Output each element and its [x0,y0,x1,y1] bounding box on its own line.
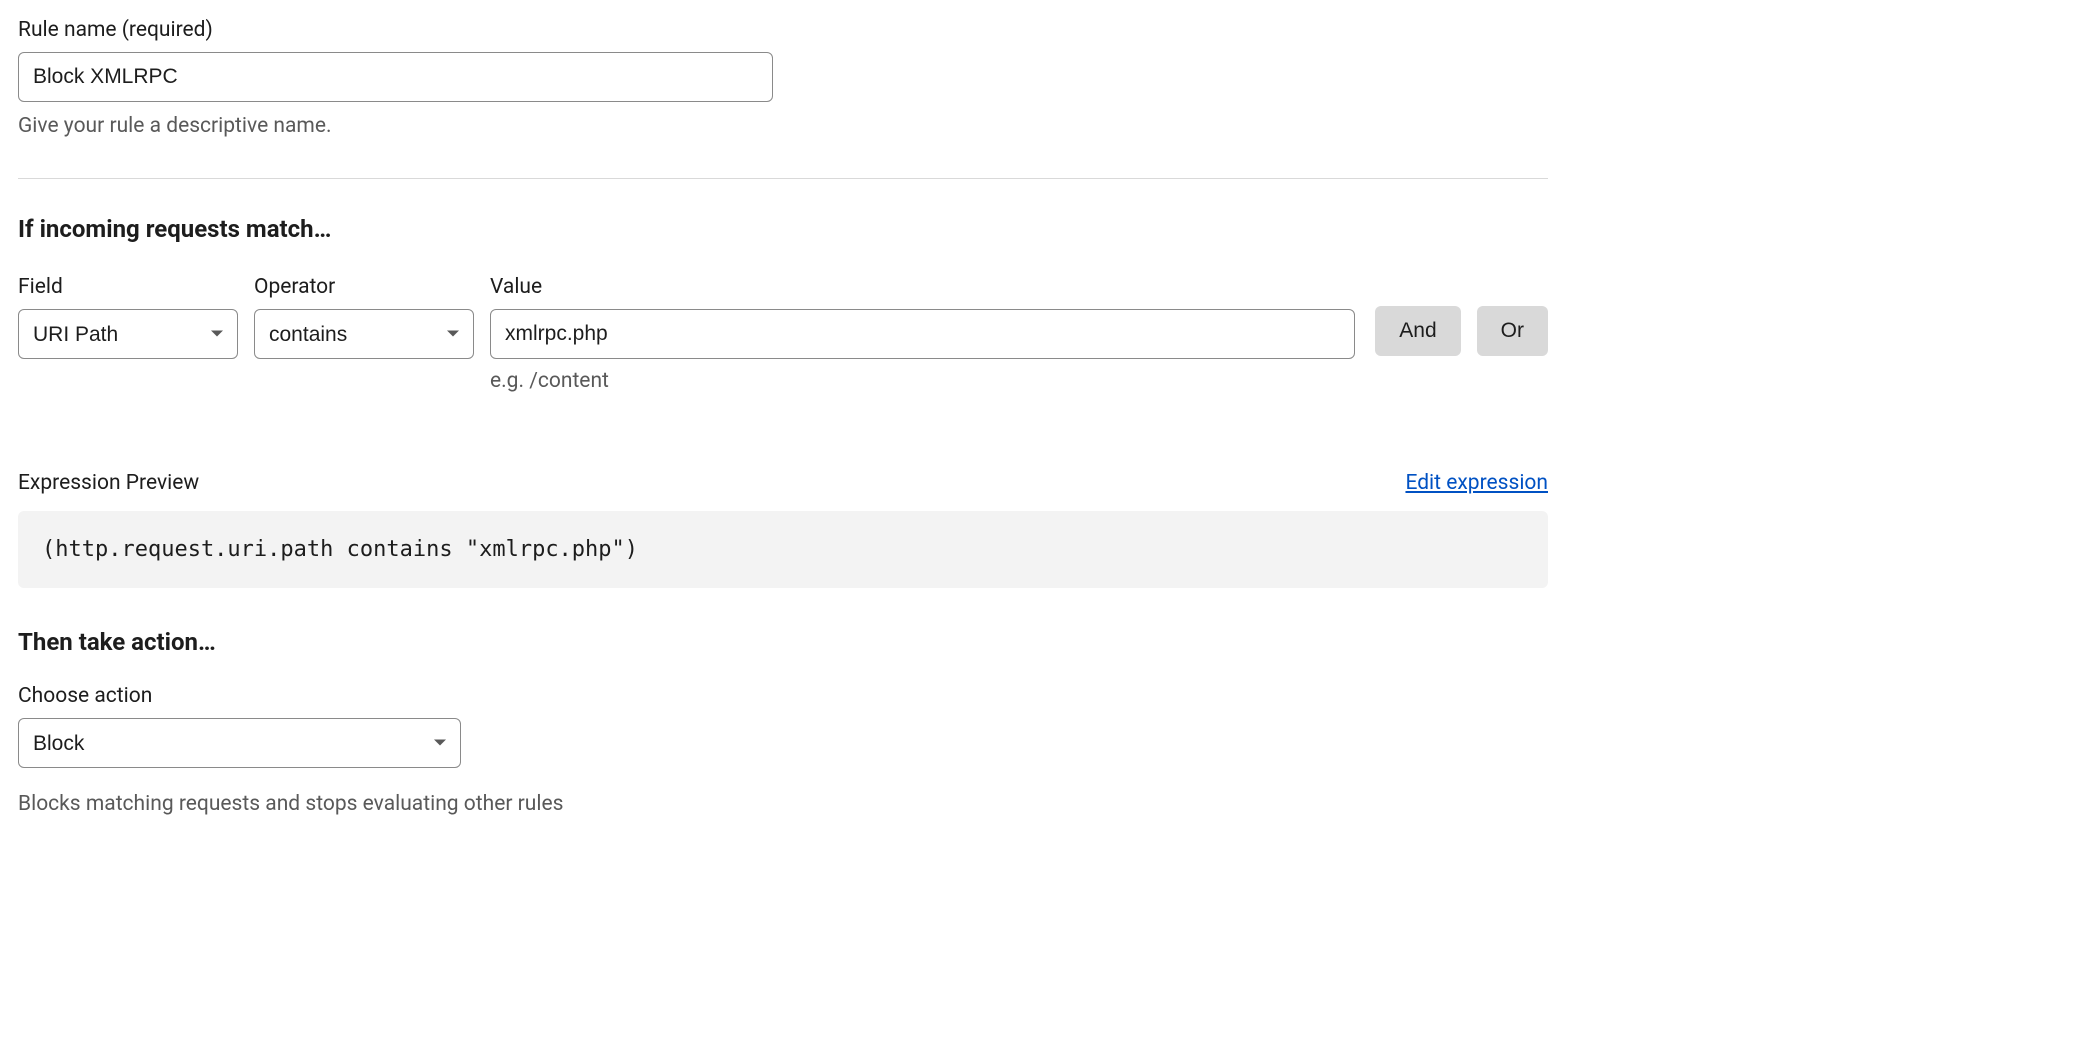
value-hint: e.g. /content [490,369,1359,393]
field-label: Field [18,275,238,299]
rule-name-hint: Give your rule a descriptive name. [18,114,1548,138]
value-input[interactable] [490,309,1355,359]
operator-select[interactable]: contains [254,309,474,359]
match-row: Field URI Path Operator contains [18,275,1548,393]
action-heading: Then take action… [18,628,1548,656]
edit-expression-link[interactable]: Edit expression [1405,471,1548,495]
and-button[interactable]: And [1375,306,1460,356]
expression-preview-label: Expression Preview [18,471,199,495]
expression-preview-code: (http.request.uri.path contains "xmlrpc.… [18,511,1548,588]
action-select[interactable]: Block [18,718,461,768]
rule-name-input[interactable] [18,52,773,102]
or-button[interactable]: Or [1477,306,1548,356]
choose-action-label: Choose action [18,684,1548,708]
value-label: Value [490,275,1359,299]
rule-name-label: Rule name (required) [18,18,1548,42]
field-select[interactable]: URI Path [18,309,238,359]
match-heading: If incoming requests match… [18,215,1548,243]
operator-label: Operator [254,275,474,299]
action-hint: Blocks matching requests and stops evalu… [18,792,1548,816]
divider [18,178,1548,179]
